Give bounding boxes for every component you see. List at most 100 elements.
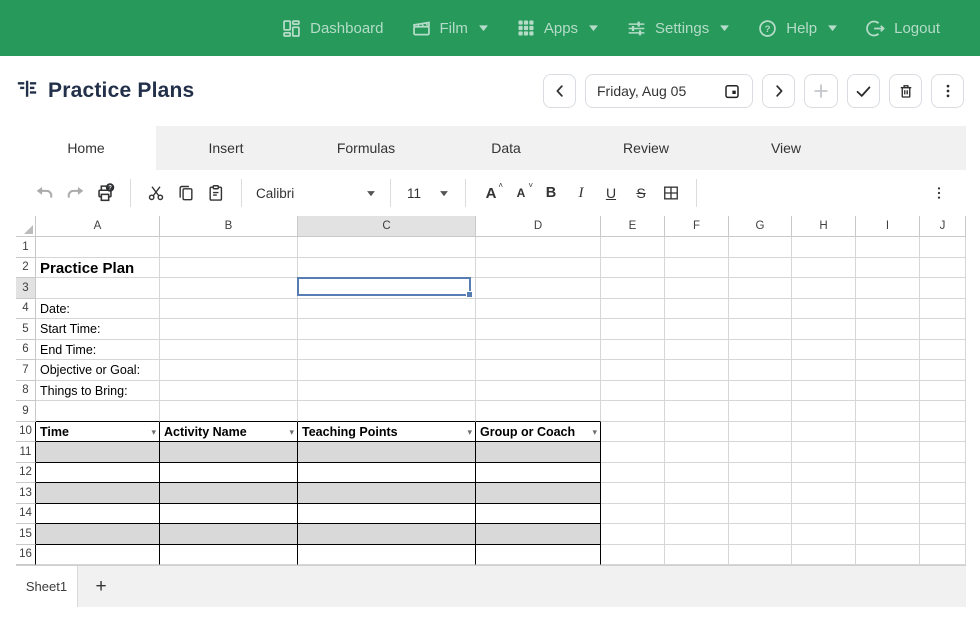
column-header-E[interactable]: E — [601, 216, 665, 237]
column-header-F[interactable]: F — [665, 216, 729, 237]
cell-A6[interactable]: End Time: — [36, 340, 160, 361]
cell-D10[interactable]: Group or Coach▾ — [476, 422, 601, 443]
cell-B7[interactable] — [160, 360, 298, 381]
nav-apps[interactable]: Apps — [516, 18, 599, 38]
cell-F11[interactable] — [665, 442, 729, 463]
copy-button[interactable] — [171, 178, 201, 208]
cell-G6[interactable] — [729, 340, 792, 361]
row-header-8[interactable]: 8 — [16, 381, 36, 402]
cell-C6[interactable] — [298, 340, 476, 361]
cell-H9[interactable] — [792, 401, 856, 422]
filter-dropdown-icon[interactable]: ▾ — [151, 428, 156, 437]
cell-I4[interactable] — [856, 299, 920, 320]
cell-F8[interactable] — [665, 381, 729, 402]
tab-formulas[interactable]: Formulas — [296, 126, 436, 170]
cell-F3[interactable] — [665, 278, 729, 299]
cell-G11[interactable] — [729, 442, 792, 463]
cell-G5[interactable] — [729, 319, 792, 340]
cell-I16[interactable] — [856, 545, 920, 566]
cell-J6[interactable] — [920, 340, 966, 361]
cell-A1[interactable] — [36, 237, 160, 258]
tab-view[interactable]: View — [716, 126, 856, 170]
prev-date-button[interactable] — [543, 74, 576, 108]
paste-button[interactable] — [201, 178, 231, 208]
cell-G16[interactable] — [729, 545, 792, 566]
cell-C10[interactable]: Teaching Points▾ — [298, 422, 476, 443]
cell-F15[interactable] — [665, 524, 729, 545]
cell-E6[interactable] — [601, 340, 665, 361]
cell-E13[interactable] — [601, 483, 665, 504]
nav-dashboard[interactable]: Dashboard — [281, 18, 383, 39]
redo-button[interactable] — [60, 178, 90, 208]
cell-J8[interactable] — [920, 381, 966, 402]
cell-B10[interactable]: Activity Name▾ — [160, 422, 298, 443]
cell-E5[interactable] — [601, 319, 665, 340]
cell-E15[interactable] — [601, 524, 665, 545]
cell-H2[interactable] — [792, 258, 856, 279]
column-header-H[interactable]: H — [792, 216, 856, 237]
cell-F1[interactable] — [665, 237, 729, 258]
column-header-B[interactable]: B — [160, 216, 298, 237]
cell-E2[interactable] — [601, 258, 665, 279]
cell-I9[interactable] — [856, 401, 920, 422]
cell-B13[interactable] — [160, 483, 298, 504]
cell-B6[interactable] — [160, 340, 298, 361]
cell-D1[interactable] — [476, 237, 601, 258]
cell-B15[interactable] — [160, 524, 298, 545]
nav-logout[interactable]: Logout — [865, 18, 940, 39]
cell-E4[interactable] — [601, 299, 665, 320]
next-date-button[interactable] — [762, 74, 795, 108]
cell-A12[interactable] — [36, 463, 160, 484]
cell-F16[interactable] — [665, 545, 729, 566]
cell-G10[interactable] — [729, 422, 792, 443]
row-header-11[interactable]: 11 — [16, 442, 36, 463]
decrease-font-button[interactable]: A˅ — [506, 178, 536, 208]
row-header-13[interactable]: 13 — [16, 483, 36, 504]
cell-D11[interactable] — [476, 442, 601, 463]
cell-G3[interactable] — [729, 278, 792, 299]
cell-A2[interactable]: Practice Plan — [36, 258, 160, 279]
cell-D6[interactable] — [476, 340, 601, 361]
confirm-button[interactable] — [847, 74, 880, 108]
row-header-12[interactable]: 12 — [16, 463, 36, 484]
cell-H15[interactable] — [792, 524, 856, 545]
cell-C13[interactable] — [298, 483, 476, 504]
cell-A10[interactable]: Time▾ — [36, 422, 160, 443]
cell-A4[interactable]: Date: — [36, 299, 160, 320]
italic-button[interactable]: I — [566, 178, 596, 208]
cell-B12[interactable] — [160, 463, 298, 484]
cell-I14[interactable] — [856, 504, 920, 525]
cell-J1[interactable] — [920, 237, 966, 258]
cell-H11[interactable] — [792, 442, 856, 463]
cell-D4[interactable] — [476, 299, 601, 320]
cell-F2[interactable] — [665, 258, 729, 279]
cell-G9[interactable] — [729, 401, 792, 422]
cell-C12[interactable] — [298, 463, 476, 484]
cell-E3[interactable] — [601, 278, 665, 299]
cell-H1[interactable] — [792, 237, 856, 258]
tab-insert[interactable]: Insert — [156, 126, 296, 170]
cell-C14[interactable] — [298, 504, 476, 525]
row-header-10[interactable]: 10 — [16, 422, 36, 443]
cell-A13[interactable] — [36, 483, 160, 504]
cell-I11[interactable] — [856, 442, 920, 463]
cell-C11[interactable] — [298, 442, 476, 463]
cell-D9[interactable] — [476, 401, 601, 422]
cell-A8[interactable]: Things to Bring: — [36, 381, 160, 402]
cell-J9[interactable] — [920, 401, 966, 422]
underline-button[interactable]: U — [596, 178, 626, 208]
cell-E7[interactable] — [601, 360, 665, 381]
cell-F4[interactable] — [665, 299, 729, 320]
row-header-14[interactable]: 14 — [16, 504, 36, 525]
cell-I3[interactable] — [856, 278, 920, 299]
cell-H13[interactable] — [792, 483, 856, 504]
cell-A3[interactable] — [36, 278, 160, 299]
column-header-C[interactable]: C — [298, 216, 476, 237]
cell-C3[interactable] — [298, 278, 476, 299]
cell-J12[interactable] — [920, 463, 966, 484]
more-options-button[interactable] — [931, 74, 964, 108]
cell-J3[interactable] — [920, 278, 966, 299]
cell-H5[interactable] — [792, 319, 856, 340]
tab-home[interactable]: Home — [16, 126, 156, 170]
cell-H10[interactable] — [792, 422, 856, 443]
